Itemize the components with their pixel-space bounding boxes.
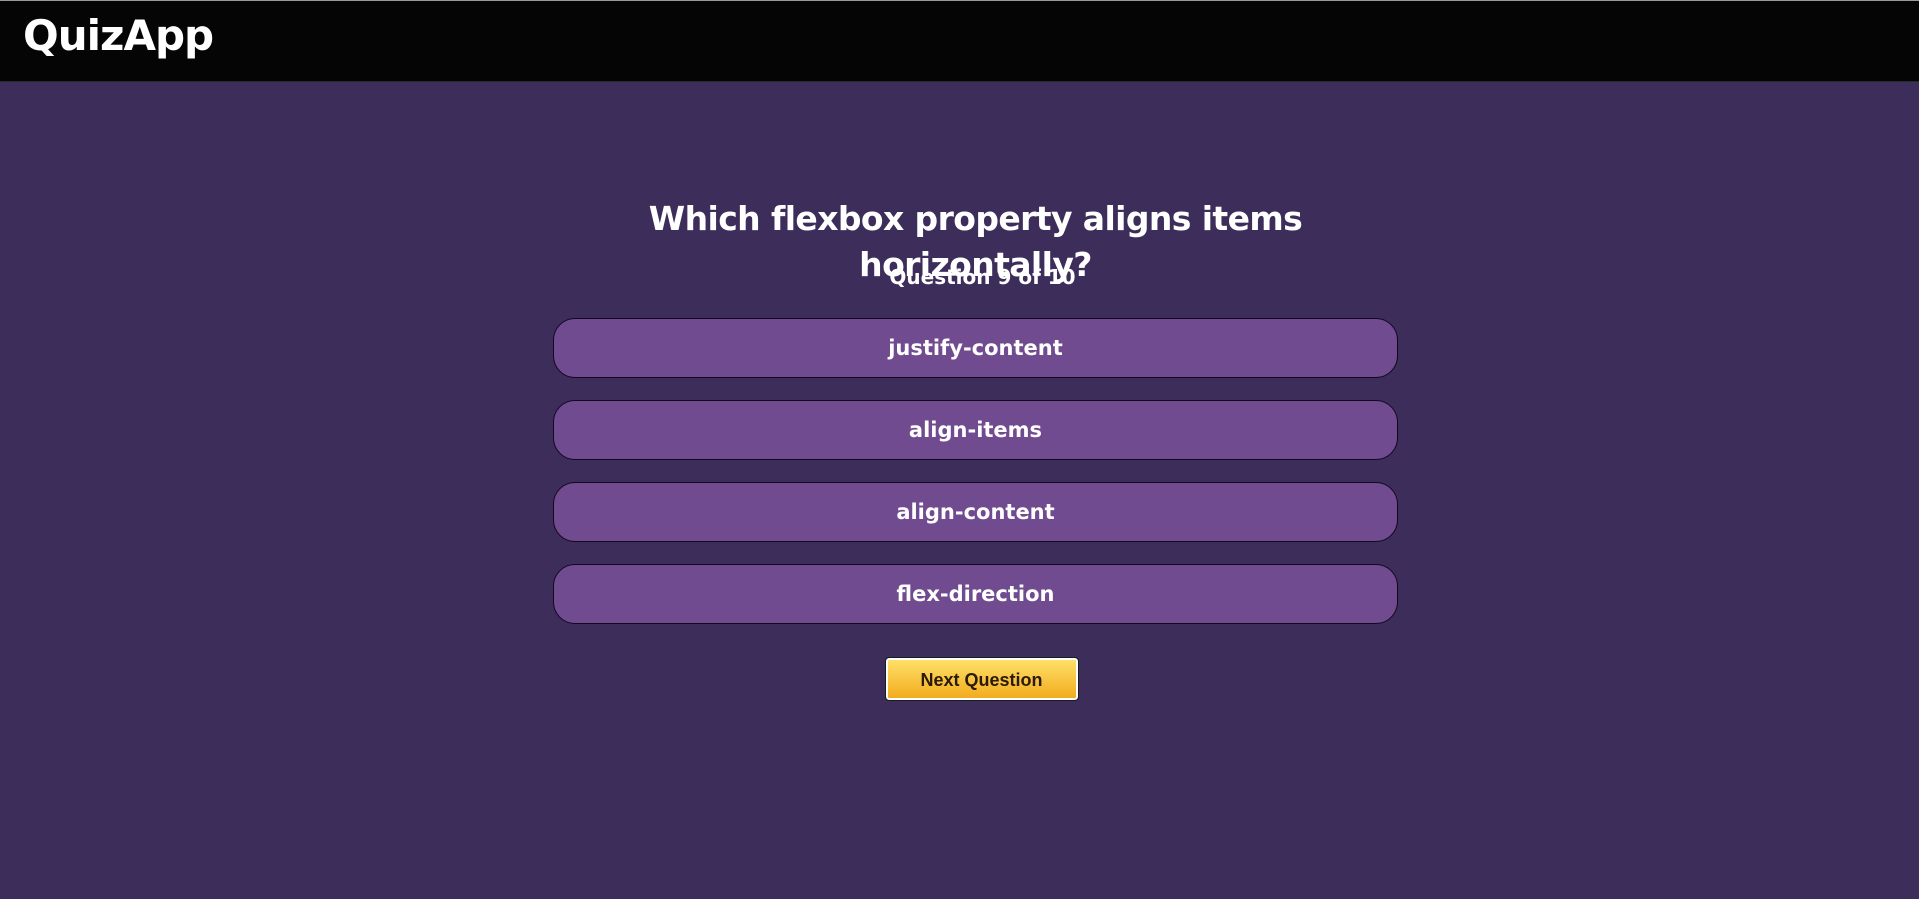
answer-option-align-items[interactable]: align-items [553, 400, 1398, 460]
next-question-button[interactable]: Next Question [884, 657, 1079, 701]
app-logo-title: QuizApp [23, 11, 214, 60]
answer-options-list: justify-content align-items align-conten… [553, 318, 1398, 624]
question-text: Which flexbox property aligns items hori… [648, 199, 1303, 284]
question-progress: Question 9 of 10 [889, 265, 1076, 289]
answer-option-align-content[interactable]: align-content [553, 482, 1398, 542]
answer-option-flex-direction[interactable]: flex-direction [553, 564, 1398, 624]
quiz-card: Which flexbox property aligns items hori… [553, 196, 1398, 701]
top-navigation-bar: QuizApp [0, 0, 1919, 82]
answer-option-justify-content[interactable]: justify-content [553, 318, 1398, 378]
next-button-container: Next Question [553, 657, 1398, 701]
